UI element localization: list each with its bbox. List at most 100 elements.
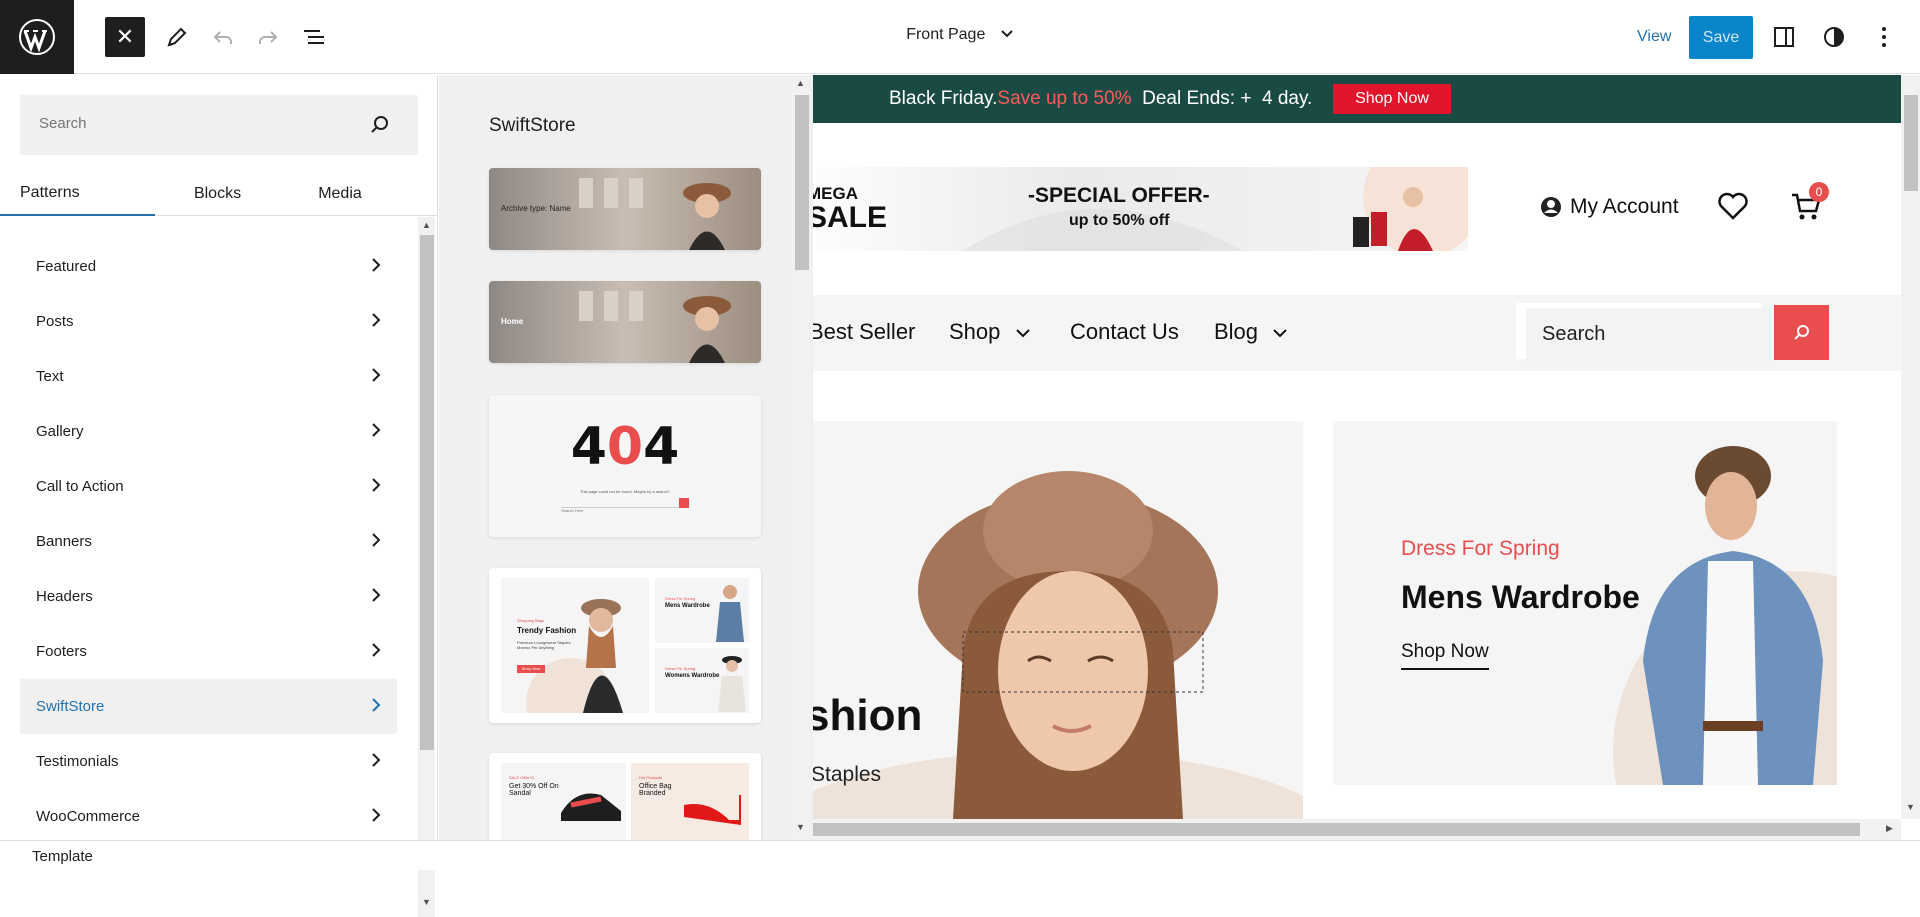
site-search-placeholder: Search — [1542, 323, 1606, 345]
pattern-scrollbar[interactable]: ▲ ▼ — [792, 75, 811, 840]
my-account-link[interactable]: My Account — [1540, 195, 1679, 219]
category-label: Footers — [36, 643, 87, 660]
pencil-icon — [167, 27, 187, 47]
hero-title: Trendy Fashion — [517, 626, 577, 635]
card-eyebrow: SALE Offer Si — [509, 775, 534, 780]
category-banners[interactable]: Banners — [20, 514, 397, 569]
pattern-product-promos[interactable]: SALE Offer Si Get 30% Off On Sandal Hot … — [489, 753, 761, 840]
canvas-vertical-scrollbar[interactable]: ▼ — [1901, 75, 1920, 819]
category-woocommerce[interactable]: WooCommerce — [20, 789, 397, 844]
model-image — [718, 656, 746, 712]
wordpress-logo-button[interactable] — [0, 0, 74, 74]
category-label: Text — [36, 368, 64, 385]
404-search-placeholder: Search Here — [561, 508, 584, 513]
category-headers[interactable]: Headers — [20, 569, 397, 624]
banner-offer-title: -SPECIAL OFFER- — [1028, 184, 1210, 207]
save-button[interactable]: Save — [1689, 16, 1753, 59]
pattern-bag-card: Hot Products Office Bag Branded — [631, 763, 749, 840]
pattern-fashion-hero[interactable]: Shopping Bags Trendy Fashion Premium Lou… — [489, 568, 761, 723]
pattern-search-input[interactable]: Search — [20, 95, 418, 155]
redo-button[interactable] — [248, 17, 288, 57]
my-account-label: My Account — [1570, 195, 1679, 218]
special-offer-banner[interactable]: MEGA SALE -SPECIAL OFFER- up to 50% off — [813, 167, 1468, 251]
wishlist-button[interactable] — [1717, 191, 1749, 226]
hero-right-title: Mens Wardrobe — [1401, 579, 1640, 615]
chevron-right-icon — [371, 367, 381, 387]
scrollbar-thumb[interactable] — [1904, 95, 1918, 191]
hero-left-panel[interactable]: shion Staples — [813, 421, 1303, 819]
pattern-category-list: Featured Posts Text Gallery Call to Acti… — [20, 239, 397, 844]
scroll-down-arrow-icon[interactable]: ▼ — [796, 822, 805, 832]
chevron-right-icon — [371, 257, 381, 277]
pattern-caption: Archive type: Name — [501, 204, 571, 213]
close-inserter-button[interactable]: ✕ — [105, 17, 145, 57]
tab-blocks[interactable]: Blocks — [155, 171, 280, 216]
404-search-button — [679, 498, 689, 508]
scroll-down-arrow-icon[interactable]: ▼ — [1906, 802, 1915, 812]
options-menu-button[interactable] — [1864, 17, 1904, 57]
category-scrollbar[interactable]: ▲ ▼ — [418, 217, 435, 917]
pattern-404[interactable]: 404 This page could not be found. Maybe … — [489, 395, 761, 537]
category-testimonials[interactable]: Testimonials — [20, 734, 397, 789]
breadcrumb-template[interactable]: Template — [32, 848, 93, 865]
category-label: Posts — [36, 313, 74, 330]
document-title-dropdown[interactable]: Front Page — [860, 26, 1060, 44]
category-swiftstore[interactable]: SwiftStore — [20, 679, 397, 734]
pattern-archive-header[interactable]: Archive type: Name — [489, 168, 761, 250]
inserter-tabs: Patterns Blocks Media — [0, 171, 438, 216]
site-search-form: Search — [1516, 303, 1769, 361]
scrollbar-thumb[interactable] — [813, 823, 1860, 836]
category-footers[interactable]: Footers — [20, 624, 397, 679]
scrollbar-thumb[interactable] — [420, 235, 434, 750]
wordpress-icon — [19, 19, 55, 55]
tab-patterns[interactable]: Patterns — [0, 171, 155, 216]
sneaker-image — [561, 793, 621, 821]
category-label: Banners — [36, 533, 92, 550]
nav-label: Shop — [949, 319, 1001, 344]
category-label: WooCommerce — [36, 808, 140, 825]
scrollbar-thumb[interactable] — [795, 95, 809, 270]
hero-right-panel[interactable]: Dress For Spring Mens Wardrobe Shop Now — [1333, 421, 1837, 785]
card-title: Get 30% Off On Sandal — [509, 783, 559, 797]
promo-shop-button[interactable]: Shop Now — [1333, 84, 1451, 114]
category-text[interactable]: Text — [20, 349, 397, 404]
tools-button[interactable] — [157, 17, 197, 57]
undo-button[interactable] — [203, 17, 243, 57]
category-gallery[interactable]: Gallery — [20, 404, 397, 459]
cart-button[interactable]: 0 — [1790, 182, 1829, 228]
nav-item-contact-us[interactable]: Contact Us — [1070, 319, 1179, 345]
banner-offer-subtitle: up to 50% off — [1069, 212, 1170, 229]
promo-message: Black Friday.Save up to 50% Deal Ends: +… — [889, 88, 1312, 110]
settings-sidebar-toggle[interactable] — [1764, 17, 1804, 57]
category-label: Call to Action — [36, 478, 124, 495]
tab-media[interactable]: Media — [280, 171, 400, 216]
scroll-up-arrow-icon[interactable]: ▲ — [422, 220, 431, 230]
canvas-horizontal-scrollbar[interactable]: ▶ — [813, 819, 1901, 840]
site-search-button[interactable] — [1774, 305, 1829, 360]
nav-item-best-seller[interactable]: Best Seller — [813, 319, 915, 345]
nav-item-blog[interactable]: Blog — [1214, 319, 1288, 345]
editor-canvas[interactable]: Black Friday.Save up to 50% Deal Ends: +… — [813, 75, 1901, 819]
category-featured[interactable]: Featured — [20, 239, 397, 294]
scroll-right-arrow-icon[interactable]: ▶ — [1886, 823, 1893, 834]
chevron-right-icon — [371, 807, 381, 827]
nav-item-shop[interactable]: Shop — [949, 319, 1031, 345]
category-label: SwiftStore — [36, 698, 105, 715]
pattern-caption: Home — [501, 317, 524, 326]
promo-highlight: Save up to 50% — [997, 88, 1132, 109]
pattern-home-header[interactable]: Home — [489, 281, 761, 363]
scroll-up-arrow-icon[interactable]: ▲ — [796, 78, 805, 88]
document-overview-button[interactable] — [294, 17, 334, 57]
search-placeholder: Search — [39, 115, 87, 132]
view-link[interactable]: View — [1637, 28, 1671, 46]
contrast-icon — [1824, 27, 1844, 47]
site-search-input[interactable]: Search — [1526, 308, 1769, 361]
scroll-down-arrow-icon[interactable]: ▼ — [422, 897, 431, 907]
category-posts[interactable]: Posts — [20, 294, 397, 349]
digit-four: 4 — [643, 417, 680, 477]
category-call-to-action[interactable]: Call to Action — [20, 459, 397, 514]
styles-button[interactable] — [1814, 17, 1854, 57]
card-title: Mens Wardrobe — [665, 603, 710, 609]
document-title: Front Page — [906, 26, 986, 43]
hero-right-shop-link[interactable]: Shop Now — [1401, 641, 1489, 670]
